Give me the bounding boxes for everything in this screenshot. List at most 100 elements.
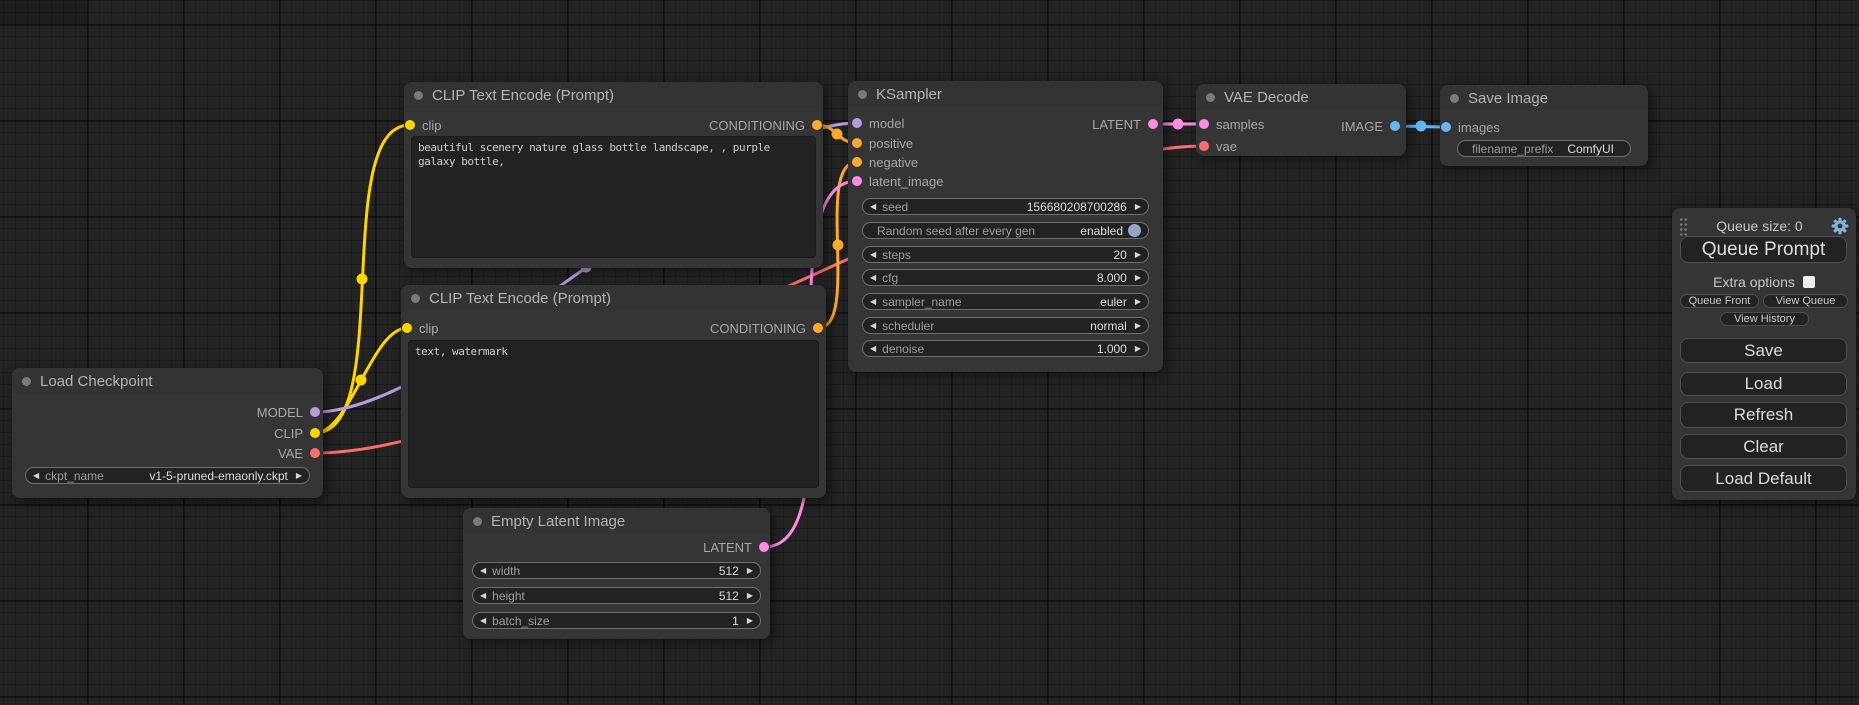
vae-slot-dot[interactable]	[310, 448, 320, 458]
increment-arrow-icon[interactable]: ▶	[1135, 345, 1141, 353]
scheduler-widget[interactable]: ◀ scheduler normal ▶	[862, 317, 1149, 334]
input-slot-images[interactable]: images	[1441, 120, 1500, 134]
decrement-arrow-icon[interactable]: ◀	[480, 592, 486, 600]
increment-arrow-icon[interactable]: ▶	[1135, 274, 1141, 282]
decrement-arrow-icon[interactable]: ◀	[480, 617, 486, 625]
increment-arrow-icon[interactable]: ▶	[747, 617, 753, 625]
node-collapse-dot[interactable]	[22, 377, 31, 386]
clear-button[interactable]: Clear	[1680, 434, 1847, 459]
refresh-button[interactable]: Refresh	[1680, 402, 1847, 428]
node-collapse-dot[interactable]	[858, 90, 867, 99]
node-header[interactable]: VAE Decode	[1196, 84, 1406, 110]
decrement-arrow-icon[interactable]: ◀	[870, 322, 876, 330]
node-vae-decode[interactable]: VAE Decode samples vae IMAGE	[1196, 84, 1406, 156]
input-slot-vae[interactable]: vae	[1199, 139, 1237, 153]
batch-size-widget[interactable]: ◀ batch_size 1 ▶	[472, 612, 761, 629]
output-slot-model[interactable]: MODEL	[12, 405, 320, 419]
decrement-arrow-icon[interactable]: ◀	[870, 274, 876, 282]
load-default-button[interactable]: Load Default	[1680, 465, 1847, 492]
sampler-name-widget[interactable]: ◀ sampler_name euler ▶	[862, 293, 1149, 310]
node-collapse-dot[interactable]	[414, 91, 423, 100]
image-slot-dot[interactable]	[1441, 122, 1451, 132]
widget-label: Random seed after every gen	[877, 224, 1035, 238]
output-slot-image[interactable]: IMAGE	[1196, 119, 1400, 133]
decrement-arrow-icon[interactable]: ◀	[870, 203, 876, 211]
increment-arrow-icon[interactable]: ▶	[1135, 203, 1141, 211]
decrement-arrow-icon[interactable]: ◀	[870, 298, 876, 306]
queue-prompt-button[interactable]: Queue Prompt	[1680, 236, 1847, 263]
node-header[interactable]: Empty Latent Image	[463, 508, 770, 534]
filename-prefix-widget[interactable]: filename_prefix ComfyUI	[1457, 140, 1631, 157]
height-widget[interactable]: ◀ height 512 ▶	[472, 587, 761, 604]
steps-widget[interactable]: ◀ steps 20 ▶	[862, 246, 1149, 263]
drag-handle[interactable]	[1679, 217, 1688, 236]
node-header[interactable]: Load Checkpoint	[12, 368, 323, 394]
toggle-dot[interactable]	[1128, 224, 1141, 237]
seed-widget[interactable]: ◀ seed 156680208700286 ▶	[862, 198, 1149, 215]
output-slot-conditioning[interactable]: CONDITIONING	[404, 118, 822, 132]
conditioning-slot-dot[interactable]	[852, 157, 862, 167]
widget-label: ckpt_name	[45, 469, 104, 483]
widget-value: 512	[719, 589, 739, 603]
node-clip-text-encode-negative[interactable]: CLIP Text Encode (Prompt) clip CONDITION…	[401, 285, 826, 498]
node-header[interactable]: CLIP Text Encode (Prompt)	[404, 82, 823, 108]
vae-slot-dot[interactable]	[1199, 141, 1209, 151]
ckpt-name-widget[interactable]: ◀ ckpt_name v1-5-pruned-emaonly.ckpt ▶	[25, 467, 310, 484]
positive-prompt-textarea[interactable]: beautiful scenery nature glass bottle la…	[411, 136, 816, 258]
denoise-widget[interactable]: ◀ denoise 1.000 ▶	[862, 340, 1149, 357]
output-slot-vae[interactable]: VAE	[12, 446, 320, 460]
increment-arrow-icon[interactable]: ▶	[296, 472, 302, 480]
decrement-arrow-icon[interactable]: ◀	[870, 345, 876, 353]
extra-options-checkbox[interactable]	[1803, 276, 1815, 288]
node-empty-latent-image[interactable]: Empty Latent Image LATENT ◀ width 512 ▶ …	[463, 508, 770, 639]
clip-slot-dot[interactable]	[310, 428, 320, 438]
increment-arrow-icon[interactable]: ▶	[1135, 298, 1141, 306]
input-slot-negative[interactable]: negative	[852, 155, 918, 169]
latent-slot-dot[interactable]	[759, 542, 769, 552]
latent-slot-dot[interactable]	[1148, 119, 1158, 129]
decrement-arrow-icon[interactable]: ◀	[33, 472, 39, 480]
slot-label: MODEL	[257, 405, 303, 420]
output-slot-latent[interactable]: LATENT	[463, 540, 769, 554]
node-ksampler[interactable]: KSampler model positive negative latent_…	[848, 81, 1163, 372]
increment-arrow-icon[interactable]: ▶	[747, 567, 753, 575]
node-clip-text-encode-positive[interactable]: CLIP Text Encode (Prompt) clip CONDITION…	[404, 82, 823, 268]
load-button[interactable]: Load	[1680, 372, 1847, 396]
conditioning-slot-dot[interactable]	[812, 120, 822, 130]
negative-prompt-textarea[interactable]: text, watermark	[408, 340, 819, 488]
decrement-arrow-icon[interactable]: ◀	[480, 567, 486, 575]
latent-slot-dot[interactable]	[852, 176, 862, 186]
settings-gear-icon[interactable]	[1831, 217, 1849, 235]
decrement-arrow-icon[interactable]: ◀	[870, 251, 876, 259]
conditioning-slot-dot[interactable]	[813, 323, 823, 333]
node-header[interactable]: KSampler	[848, 81, 1163, 107]
node-collapse-dot[interactable]	[411, 294, 420, 303]
node-load-checkpoint[interactable]: Load Checkpoint MODEL CLIP VAE ◀ ckpt_na…	[12, 368, 323, 498]
output-slot-latent[interactable]: LATENT	[848, 117, 1158, 131]
width-widget[interactable]: ◀ width 512 ▶	[472, 562, 761, 579]
model-slot-dot[interactable]	[310, 407, 320, 417]
node-header[interactable]: CLIP Text Encode (Prompt)	[401, 285, 826, 311]
node-title: KSampler	[876, 86, 942, 103]
cfg-widget[interactable]: ◀ cfg 8.000 ▶	[862, 269, 1149, 286]
node-save-image[interactable]: Save Image images filename_prefix ComfyU…	[1440, 85, 1648, 166]
output-slot-clip[interactable]: CLIP	[12, 426, 320, 440]
output-slot-conditioning[interactable]: CONDITIONING	[401, 321, 823, 335]
node-collapse-dot[interactable]	[473, 517, 482, 526]
node-collapse-dot[interactable]	[1450, 94, 1459, 103]
view-queue-button[interactable]: View Queue	[1763, 294, 1848, 308]
node-header[interactable]: Save Image	[1440, 85, 1648, 111]
image-slot-dot[interactable]	[1390, 121, 1400, 131]
conditioning-slot-dot[interactable]	[852, 138, 862, 148]
queue-front-button[interactable]: Queue Front	[1680, 294, 1759, 308]
widget-label: sampler_name	[882, 295, 961, 309]
save-button[interactable]: Save	[1680, 338, 1847, 363]
node-collapse-dot[interactable]	[1206, 93, 1215, 102]
input-slot-positive[interactable]: positive	[852, 136, 913, 150]
random-seed-toggle-widget[interactable]: Random seed after every gen enabled	[862, 222, 1149, 239]
increment-arrow-icon[interactable]: ▶	[1135, 251, 1141, 259]
view-history-button[interactable]: View History	[1720, 312, 1809, 326]
input-slot-latent-image[interactable]: latent_image	[852, 174, 943, 188]
increment-arrow-icon[interactable]: ▶	[747, 592, 753, 600]
increment-arrow-icon[interactable]: ▶	[1135, 322, 1141, 330]
